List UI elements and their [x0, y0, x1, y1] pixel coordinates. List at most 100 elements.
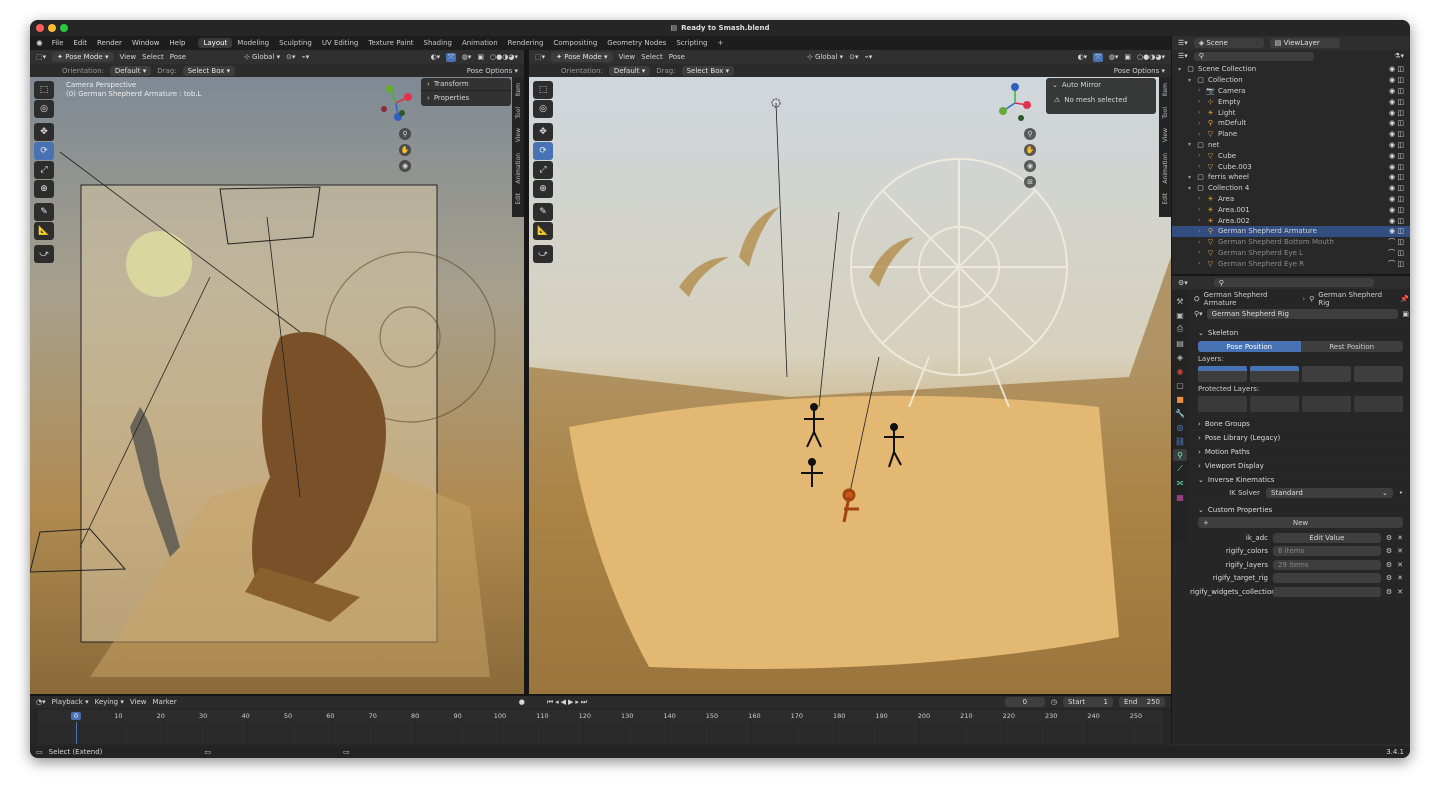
menu-render[interactable]: Render [92, 39, 127, 47]
left-tab-animation[interactable]: Animation [515, 153, 522, 184]
left-mode-dropdown[interactable]: ✦ Pose Mode ▾ [52, 52, 114, 62]
data-type-icon[interactable]: ⚲▾ [1194, 310, 1203, 318]
right-mode-dropdown[interactable]: ✦ Pose Mode ▾ [551, 52, 613, 62]
visibility-toggle-icon[interactable]: ◉ ◫ [1389, 227, 1404, 235]
left-orientation-dropdown[interactable]: Default ▾ [109, 65, 152, 76]
close-icon[interactable]: ✕ [1397, 534, 1403, 542]
right-orientation-dropdown[interactable]: Default ▾ [608, 65, 651, 76]
right-rotate-tool-icon[interactable]: ⟳ [533, 142, 553, 160]
tab-uv-editing[interactable]: UV Editing [317, 38, 364, 48]
visibility-toggle-icon[interactable]: ◉ ◫ [1389, 141, 1404, 149]
right-scale-tool-icon[interactable]: ⤢ [533, 161, 553, 179]
close-icon[interactable]: ✕ [1397, 574, 1403, 582]
view-layer-selector[interactable]: ▤ ViewLayer [1269, 38, 1340, 48]
left-zoom-icon[interactable]: ⚲ [399, 128, 411, 140]
visibility-toggle-icon[interactable]: ◉ ◫ [1389, 206, 1404, 214]
tab-layout[interactable]: Layout [198, 38, 233, 48]
left-navigation-gizmo-icon[interactable] [376, 83, 416, 123]
expand-toggle-icon[interactable]: › [1198, 228, 1206, 235]
expand-toggle-icon[interactable]: › [1198, 217, 1206, 224]
object-tab-icon[interactable]: ■ [1173, 393, 1187, 405]
annotate-tool-icon[interactable]: ✎ [34, 203, 54, 221]
expand-toggle-icon[interactable]: ▾ [1188, 174, 1196, 181]
right-pivot-icon[interactable]: ⊙▾ [849, 53, 858, 61]
left-overlay-icon[interactable]: ◍▾ [462, 53, 472, 61]
left-tab-tool[interactable]: Tool [515, 107, 522, 119]
left-menu-pose[interactable]: Pose [170, 53, 186, 61]
render-tab-icon[interactable]: ▣ [1173, 309, 1187, 321]
output-tab-icon[interactable]: ⎙ [1173, 323, 1187, 335]
bone-constraint-tab-icon[interactable]: ⟗ [1173, 477, 1187, 489]
playback-controls[interactable]: ⏮◂◀▶▸⏭ [547, 698, 589, 707]
modifier-tab-icon[interactable]: 🔧 [1173, 407, 1187, 419]
expand-toggle-icon[interactable]: ▾ [1188, 185, 1196, 192]
visibility-toggle-icon[interactable]: ◉ ◫ [1389, 184, 1404, 192]
visibility-toggle-icon[interactable]: ⌒ ◫ [1388, 259, 1404, 269]
expand-toggle-icon[interactable]: › [1198, 206, 1206, 213]
armature-data-tab-icon[interactable]: ⚲ [1173, 449, 1187, 461]
right-gizmo-icon[interactable]: ⤧ [1093, 52, 1103, 62]
right-editor-type-icon[interactable]: ⬚▾ [535, 53, 545, 61]
expand-toggle-icon[interactable]: › [1198, 120, 1206, 127]
outliner-row[interactable]: › 📷 Camera ◉ ◫ [1172, 86, 1410, 97]
bone-groups-panel-header[interactable]: › Bone Groups [1190, 416, 1409, 430]
outliner-row[interactable]: ▾ ▢ Collection 4 ◉ ◫ [1172, 183, 1410, 194]
tab-texture-paint[interactable]: Texture Paint [363, 38, 418, 48]
custom-property-value[interactable]: Edit Value [1273, 532, 1381, 543]
relax-pose-tool-icon[interactable]: ⤻ [34, 245, 54, 263]
scale-tool-icon[interactable]: ⤢ [34, 161, 54, 179]
right-tab-edit[interactable]: Edit [1162, 193, 1169, 205]
rotate-tool-icon[interactable]: ⟳ [34, 142, 54, 160]
outliner-row[interactable]: › ☀ Light ◉ ◫ [1172, 107, 1410, 118]
properties-editor-type-icon[interactable]: ⚙▾ [1178, 279, 1188, 287]
scene-selector[interactable]: ◈ Scene [1193, 38, 1264, 48]
end-frame-field[interactable]: End 250 [1119, 697, 1165, 707]
left-xray-icon[interactable]: ▣ [477, 53, 484, 61]
protected-layers-grid[interactable] [1198, 396, 1403, 412]
visibility-toggle-icon[interactable]: ⌒ ◫ [1388, 237, 1404, 247]
editor-type-icon[interactable]: ⬚▾ [36, 53, 46, 61]
left-drag-dropdown[interactable]: Select Box ▾ [182, 65, 236, 76]
visibility-toggle-icon[interactable]: ◉ ◫ [1389, 217, 1404, 225]
marker-menu[interactable]: Marker [153, 698, 177, 706]
tab-animation[interactable]: Animation [457, 38, 503, 48]
outliner-row[interactable]: ▾ ▢ Scene Collection ◉ ◫ [1172, 64, 1410, 75]
expand-toggle-icon[interactable]: › [1198, 152, 1206, 159]
visibility-toggle-icon[interactable]: ◉ ◫ [1389, 195, 1404, 203]
menu-file[interactable]: File [47, 39, 69, 47]
keying-menu[interactable]: Keying ▾ [95, 698, 124, 706]
pose-library-panel-header[interactable]: › Pose Library (Legacy) [1190, 430, 1409, 444]
outliner-row[interactable]: › ⚲ mDefult ◉ ◫ [1172, 118, 1410, 129]
outliner-row[interactable]: › ▽ German Shepherd Eye R ⌒ ◫ [1172, 258, 1410, 269]
physics-tab-icon[interactable]: ◎ [1173, 421, 1187, 433]
left-camera-view-icon[interactable]: ◉ [399, 160, 411, 172]
measure-tool-icon[interactable]: 📐 [34, 222, 54, 240]
outliner-row[interactable]: › ☀ Area.002 ◉ ◫ [1172, 215, 1410, 226]
outliner-row[interactable]: › ▽ German Shepherd Eye L ⌒ ◫ [1172, 248, 1410, 259]
right-menu-view[interactable]: View [619, 53, 636, 61]
tab-geometry-nodes[interactable]: Geometry Nodes [602, 38, 671, 48]
left-shading-icons[interactable]: ○●◑◕▾ [490, 53, 518, 61]
outliner-row[interactable]: › ▽ German Shepherd Bottom Mouth ⌒ ◫ [1172, 237, 1410, 248]
timeline-ruler[interactable]: 0 10 20 30 40 50 60 70 80 90 100 110 120 130 140 150 160… [38, 710, 1163, 722]
expand-toggle-icon[interactable]: › [1198, 195, 1206, 202]
visibility-toggle-icon[interactable]: ◉ ◫ [1389, 76, 1404, 84]
pin-icon[interactable]: 📌 [1400, 295, 1409, 303]
viewport-display-panel-header[interactable]: › Viewport Display [1190, 458, 1409, 472]
close-icon[interactable]: ✕ [1397, 588, 1403, 596]
visibility-toggle-icon[interactable]: ◉ ◫ [1389, 98, 1404, 106]
outliner-row[interactable]: ▾ ▢ ferris wheel ◉ ◫ [1172, 172, 1410, 183]
right-overlay-icon[interactable]: ◍▾ [1109, 53, 1119, 61]
right-measure-tool-icon[interactable]: 📐 [533, 222, 553, 240]
layers-grid[interactable] [1198, 366, 1403, 382]
right-snap-icon[interactable]: ⌁▾ [865, 53, 873, 61]
skeleton-panel-header[interactable]: ⌄ Skeleton [1190, 325, 1409, 339]
add-workspace-button[interactable]: + [712, 38, 728, 48]
right-tab-view[interactable]: View [1162, 128, 1169, 142]
gear-icon[interactable]: ⚙ [1386, 574, 1392, 582]
clock-icon[interactable]: ◷ [1051, 698, 1057, 706]
outliner-row[interactable]: ▾ ▢ Collection ◉ ◫ [1172, 75, 1410, 86]
view-layer-tab-icon[interactable]: ▤ [1173, 337, 1187, 349]
current-frame-indicator[interactable]: 0 [70, 712, 82, 720]
right-visibility-icon[interactable]: ◐▾ [1078, 53, 1088, 61]
